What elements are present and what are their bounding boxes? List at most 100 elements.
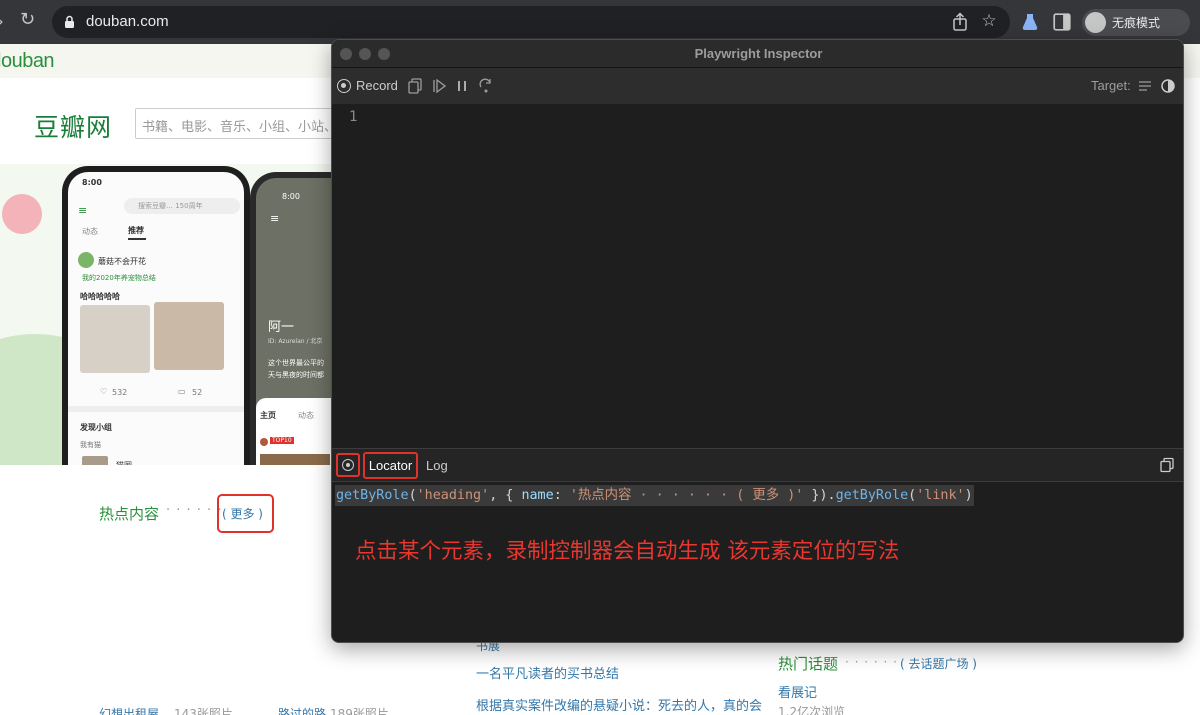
- phone-time: 8:00: [82, 178, 102, 187]
- reload-icon[interactable]: ↻: [20, 10, 35, 30]
- hot-content-dots: · · · · · ·: [166, 503, 223, 518]
- address-bar[interactable]: douban.com ☆: [52, 6, 1010, 38]
- profile-bio-1: 这个世界最公平的: [268, 359, 324, 367]
- code-string-name: '热点内容 · · · · · · ( 更多 )': [569, 488, 804, 503]
- phone-mockup-right: 8:00 ≡ 阿一 ID: Azurelan / 北京 这个世界最公平的 天与黑…: [250, 172, 340, 465]
- pause-icon[interactable]: [453, 77, 471, 95]
- code-string-link: 'link': [916, 488, 965, 503]
- album-count-2: 189张照片: [330, 707, 389, 715]
- code-punct: :: [553, 488, 570, 503]
- album-link-2[interactable]: 路过的路: [278, 705, 326, 715]
- tab-indicator: [128, 238, 146, 240]
- book-article-link-2[interactable]: 根据真实案件改编的悬疑小说：死去的人，真的会: [476, 695, 762, 714]
- line-number: 1: [349, 109, 358, 125]
- annotation-text: 点击某个元素，录制控制器会自动生成 该元素定位的写法: [355, 539, 900, 564]
- phone-tab-recommend: 推荐: [128, 226, 144, 235]
- topic-square-link[interactable]: ( 去话题广场 ): [900, 655, 977, 672]
- group-name: 猫圈: [116, 460, 132, 465]
- code-string-role: 'heading': [416, 488, 490, 503]
- hot-content-heading: 热点内容: [99, 505, 160, 523]
- inspector-toolbar: Record Target:: [332, 68, 1183, 104]
- discover-group-title: 发现小组: [80, 423, 112, 432]
- locator-panel: getByRole('heading', { name: '热点内容 · · ·…: [332, 482, 1183, 642]
- code-function: getByRole: [336, 488, 409, 503]
- copy-locator-icon[interactable]: [1159, 457, 1175, 473]
- phone-search-bar: 搜索豆瓣… 150周年: [124, 198, 240, 214]
- url-text[interactable]: douban.com: [86, 13, 169, 30]
- code-punct: , {: [489, 488, 522, 503]
- post-user-name: 蘑菇不会开花: [98, 257, 146, 266]
- user-avatar: [78, 252, 94, 268]
- cat-photo-2: [154, 302, 224, 370]
- comment-icon: ▭: [178, 387, 186, 396]
- brand-title[interactable]: 豆瓣网: [34, 108, 112, 144]
- profile-tab-dynamic: 动态: [298, 411, 314, 420]
- album-count-1: 143张照片: [174, 707, 233, 715]
- window-title: Playwright Inspector: [694, 46, 823, 61]
- code-punct: (: [908, 488, 917, 503]
- star-icon[interactable]: ☆: [979, 11, 999, 31]
- inspector-tab-bar: Locator Log: [332, 448, 1183, 482]
- forward-icon[interactable]: ›: [0, 12, 4, 32]
- topic-link-1[interactable]: 看展记: [778, 682, 817, 701]
- more-link-highlight: [217, 494, 274, 533]
- incognito-profile-button[interactable]: 无痕模式: [1082, 9, 1190, 36]
- code-key: name: [521, 488, 554, 503]
- top10-badge: TOP10: [270, 437, 294, 444]
- step-over-icon[interactable]: [477, 77, 495, 95]
- app-promo-banner[interactable]: 8:00 ≡ 搜索豆瓣… 150周年 动态 推荐 蘑菇不会开花 我的2020年养…: [0, 164, 340, 465]
- cat-photo-1: [80, 305, 150, 373]
- incognito-label: 无痕模式: [1112, 16, 1161, 30]
- share-icon[interactable]: [950, 12, 970, 32]
- sidepanel-icon[interactable]: [1052, 12, 1072, 32]
- code-function: getByRole: [835, 488, 909, 503]
- extension-icon[interactable]: [1020, 12, 1040, 32]
- lock-icon: [65, 15, 74, 28]
- search-placeholder: 书籍、电影、音乐、小组、小站、: [142, 120, 338, 135]
- book-article-link-1[interactable]: 一名平凡读者的买书总结: [476, 663, 619, 682]
- profile-tab-home: 主页: [260, 411, 276, 420]
- post-text: 哈哈哈哈哈: [80, 292, 120, 301]
- recorded-code-editor[interactable]: 1: [332, 104, 1183, 448]
- window-titlebar[interactable]: Playwright Inspector: [332, 40, 1183, 68]
- like-icon: ♡: [100, 387, 108, 396]
- code-punct: ): [964, 488, 973, 503]
- group-thumbnail: [82, 456, 108, 465]
- phone-screen-right: 8:00 ≡ 阿一 ID: Azurelan / 北京 这个世界最公平的 天与黑…: [256, 178, 340, 465]
- section-divider: [68, 406, 244, 412]
- theme-toggle-icon[interactable]: [1159, 77, 1177, 95]
- profile-card: 主页 动态 TOP10: [256, 398, 340, 465]
- tab-locator[interactable]: Locator: [363, 452, 418, 479]
- playwright-inspector-window: Playwright Inspector Record Target: 1 Lo…: [331, 39, 1184, 643]
- like-count: 532: [112, 388, 128, 397]
- hot-topics-dots: · · · · · ·: [845, 655, 898, 669]
- profile-name: 阿一: [268, 320, 295, 335]
- site-search-input[interactable]: 书籍、电影、音乐、小组、小站、: [135, 108, 345, 139]
- hot-topics-heading: 热门话题: [778, 655, 839, 673]
- pick-locator-icon: [342, 459, 354, 471]
- post-badge: 我的2020年养宠物总结: [82, 274, 156, 282]
- pick-locator-button[interactable]: [336, 453, 360, 477]
- topic-views-1: 1.2亿次浏览: [778, 705, 846, 715]
- top10-image: [260, 454, 330, 465]
- copy-icon[interactable]: [406, 77, 424, 95]
- code-punct: (: [408, 488, 417, 503]
- record-label: Record: [356, 78, 398, 93]
- target-label: Target:: [1091, 78, 1131, 93]
- phone-screen-left: 8:00 ≡ 搜索豆瓣… 150周年 动态 推荐 蘑菇不会开花 我的2020年养…: [68, 172, 244, 465]
- profile-id: ID: Azurelan / 北京: [268, 338, 323, 345]
- phone-mockup-left: 8:00 ≡ 搜索豆瓣… 150周年 动态 推荐 蘑菇不会开花 我的2020年养…: [62, 166, 250, 465]
- resume-icon[interactable]: [430, 77, 448, 95]
- phone2-menu-icon: ≡: [270, 212, 280, 225]
- album-link-1[interactable]: 幻想出租屋: [99, 705, 159, 715]
- group-subtitle: 我有猫: [80, 441, 101, 449]
- target-select-icon[interactable]: [1136, 77, 1154, 95]
- tab-log[interactable]: Log: [426, 458, 448, 473]
- profile-bio-2: 天与黑夜的时间都: [268, 371, 324, 379]
- douban-logo[interactable]: louban: [0, 50, 55, 73]
- phone2-time: 8:00: [282, 192, 300, 201]
- browser-toolbar: › ↻ douban.com ☆ 无痕模式: [0, 0, 1200, 44]
- incognito-icon: [1085, 12, 1106, 33]
- locator-code-input[interactable]: getByRole('heading', { name: '热点内容 · · ·…: [335, 485, 974, 506]
- comment-count: 52: [192, 388, 203, 397]
